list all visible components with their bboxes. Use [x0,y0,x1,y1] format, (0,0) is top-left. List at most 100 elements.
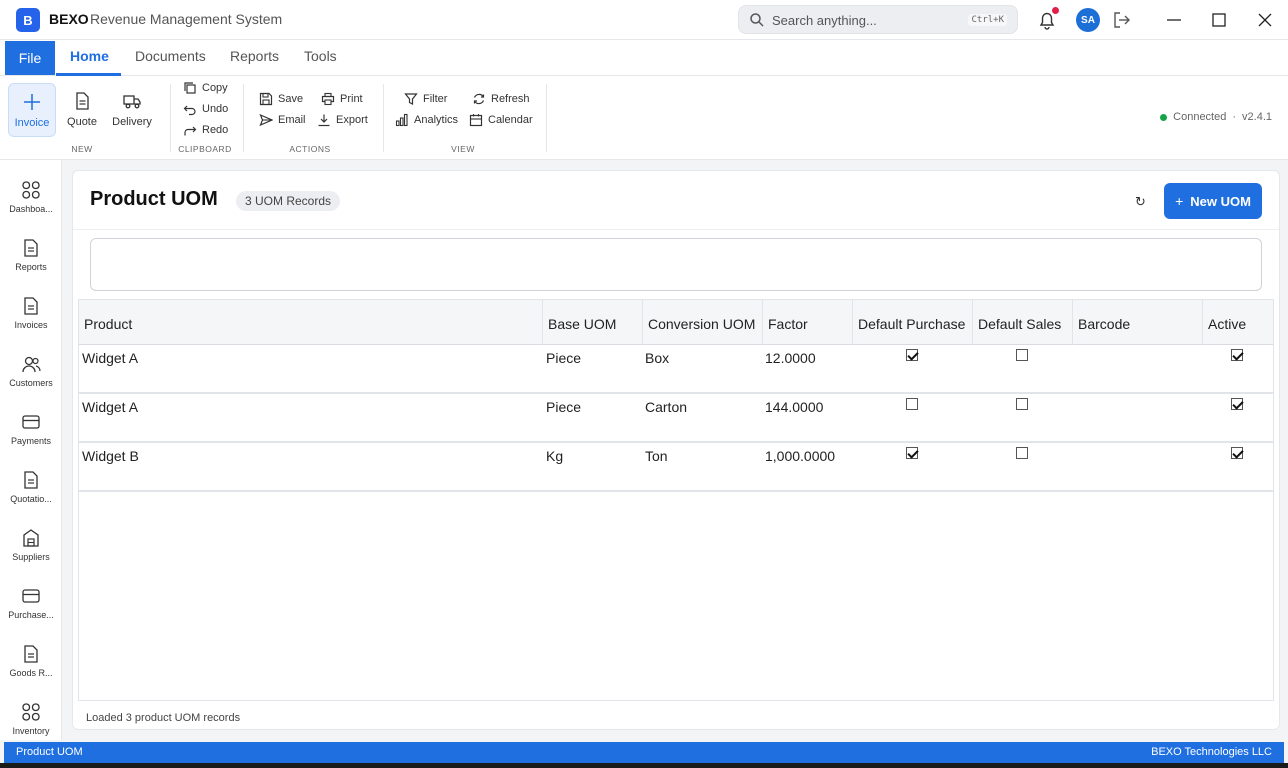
credit-card-icon [22,589,40,603]
search-placeholder: Search anything... [772,13,877,28]
logout-icon[interactable] [1112,10,1132,30]
column-header-product[interactable]: Product [79,300,543,345]
sidebar-item-purchases[interactable]: Purchase... [0,586,62,640]
checkbox-default-sales[interactable] [1016,349,1028,361]
filter-icon [404,93,418,105]
cell-product: Widget A [82,399,139,415]
sidebar-item-label: Goods R... [9,668,53,678]
table-row[interactable]: Widget A Piece Box 12.0000 [79,345,1273,394]
calendar-button[interactable]: Calendar [469,111,533,129]
version-separator: · [1232,111,1237,123]
sidebar-item-dashboard[interactable]: Dashboa... [0,180,62,234]
users-icon [22,356,41,373]
refresh-icon [473,93,485,105]
tab-documents[interactable]: Documents [135,48,206,64]
print-label: Print [340,93,363,105]
sidebar-item-goods-received[interactable]: Goods R... [0,644,62,698]
record-count-badge: 3 UOM Records [236,191,341,211]
file-tab[interactable]: File [5,41,55,75]
copy-button[interactable]: Copy [183,79,228,97]
maximize-icon[interactable] [1209,10,1229,30]
new-quote-button[interactable]: Quote [58,83,106,137]
search-shortcut: Ctrl+K [968,14,1007,26]
global-search[interactable]: Search anything... Ctrl+K [738,5,1018,34]
minimize-icon[interactable] [1164,10,1184,30]
close-icon[interactable] [1255,10,1275,30]
dashboard-icon [22,181,40,199]
refresh-icon[interactable]: ↻ [1135,194,1149,209]
redo-button[interactable]: Redo [183,121,228,139]
filter-input[interactable] [90,238,1262,291]
checkbox-active[interactable] [1231,447,1243,459]
column-header-default-purchase[interactable]: Default Purchase [853,300,973,345]
column-header-base-uom[interactable]: Base UOM [543,300,643,345]
save-button[interactable]: Save [259,90,303,108]
copy-label: Copy [202,82,228,94]
calendar-label: Calendar [488,114,533,126]
tab-tools[interactable]: Tools [304,48,337,64]
ribbon-divider [546,84,547,152]
table-row[interactable]: Widget A Piece Carton 144.0000 [79,394,1273,443]
email-label: Email [278,114,306,126]
undo-button[interactable]: Undo [183,100,228,118]
column-header-barcode[interactable]: Barcode [1073,300,1203,345]
filter-button[interactable]: Filter [404,90,447,108]
analytics-button[interactable]: Analytics [395,111,458,129]
tab-home[interactable]: Home [70,48,109,64]
menu-bar: File Home Documents Reports Tools [0,40,1288,76]
checkbox-active[interactable] [1231,398,1243,410]
printer-icon [321,92,335,106]
sidebar-item-label: Suppliers [12,552,50,562]
analytics-label: Analytics [414,114,459,126]
credit-card-icon [22,415,40,429]
tab-reports[interactable]: Reports [230,48,279,64]
column-header-factor[interactable]: Factor [763,300,853,345]
checkbox-default-purchase[interactable] [906,349,918,361]
truck-icon [123,95,141,109]
new-invoice-button[interactable]: Invoice [8,83,56,137]
plus-icon: + [1175,193,1184,209]
cell-product: Widget B [82,448,139,464]
sidebar-item-label: Customers [9,378,53,388]
sidebar: Dashboa... Reports Invoices Customers Pa… [0,160,62,740]
sidebar-item-payments[interactable]: Payments [0,412,62,466]
column-header-conversion-uom[interactable]: Conversion UOM [643,300,763,345]
version-label: v2.4.1 [1242,111,1272,123]
document-icon [24,239,38,257]
group-label-view: VIEW [451,144,475,154]
document-icon [76,92,89,110]
sidebar-item-invoices[interactable]: Invoices [0,296,62,350]
send-icon [259,113,273,127]
export-button[interactable]: Export [317,111,368,129]
checkbox-default-sales[interactable] [1016,398,1028,410]
checkbox-default-purchase[interactable] [906,398,918,410]
refresh-button[interactable]: Refresh [472,90,530,108]
ribbon: Invoice Quote Delivery NEW Copy Undo Red… [0,76,1288,160]
cell-product: Widget A [82,350,139,366]
group-label-new: NEW [71,144,93,154]
checkbox-active[interactable] [1231,349,1243,361]
group-label-actions: ACTIONS [289,144,331,154]
cell-conversion-uom: Carton [645,399,688,415]
column-header-default-sales[interactable]: Default Sales [973,300,1073,345]
cell-factor: 144.0000 [765,399,824,415]
title-bar: B BEXO Revenue Management System Search … [0,0,1288,40]
sidebar-item-suppliers[interactable]: Suppliers [0,528,62,582]
new-uom-button[interactable]: + New UOM [1164,183,1262,219]
sidebar-item-customers[interactable]: Customers [0,354,62,408]
email-button[interactable]: Email [259,111,306,129]
status-bar-page: Product UOM [16,746,83,758]
sidebar-item-quotations[interactable]: Quotatio... [0,470,62,524]
app-name: BEXO [49,11,89,27]
new-delivery-button[interactable]: Delivery [108,83,156,137]
table-row[interactable]: Widget B Kg Ton 1,000.0000 [79,443,1273,492]
status-message: Loaded 3 product UOM records [86,712,241,724]
sidebar-item-reports[interactable]: Reports [0,238,62,292]
download-icon [318,114,330,127]
column-header-active[interactable]: Active [1203,300,1273,345]
checkbox-default-sales[interactable] [1016,447,1028,459]
print-button[interactable]: Print [321,90,363,108]
header-divider [73,229,1279,230]
checkbox-default-purchase[interactable] [906,447,918,459]
avatar[interactable]: SA [1076,8,1100,32]
